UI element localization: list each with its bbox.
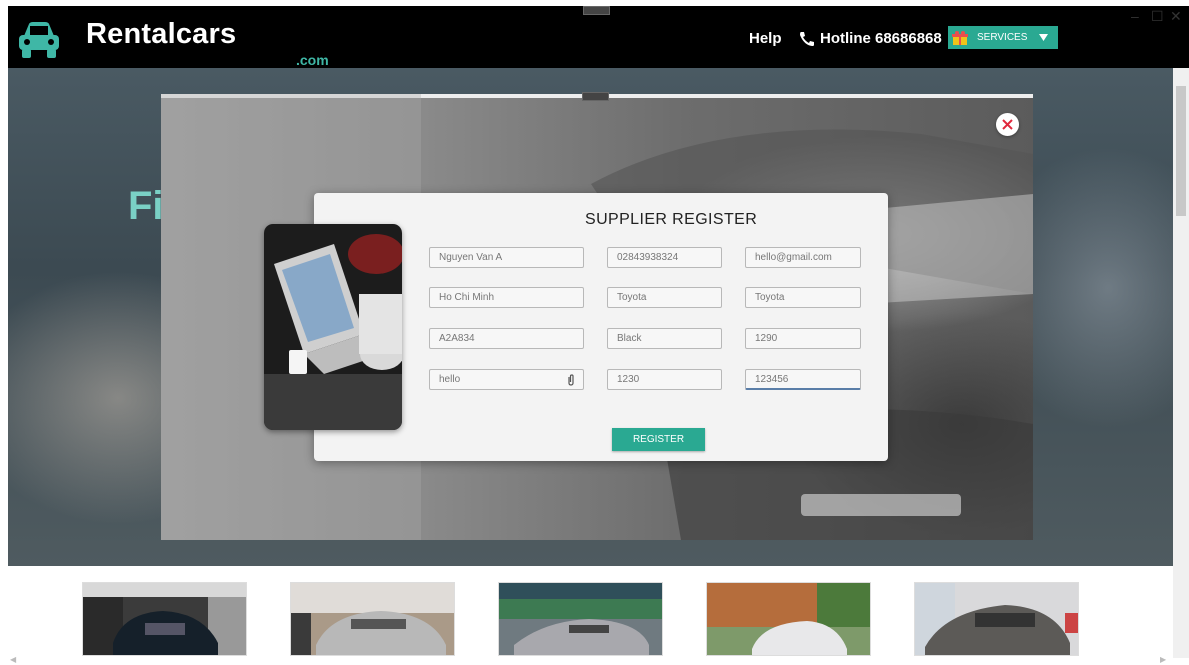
- password-field[interactable]: 123456: [745, 369, 861, 390]
- close-icon: [1002, 119, 1013, 130]
- brand-name[interactable]: Rentalcars: [86, 18, 236, 51]
- caret-down-icon: [1039, 34, 1049, 41]
- car-thumb-1[interactable]: [82, 582, 247, 656]
- drag-handle[interactable]: [583, 6, 610, 15]
- email-field[interactable]: hello@gmail.com: [745, 247, 861, 268]
- attachment-text: hello: [439, 374, 461, 385]
- scroll-left-arrow[interactable]: ◀: [10, 655, 16, 664]
- minimize-button[interactable]: –: [1131, 8, 1139, 24]
- scroll-right-arrow[interactable]: ▶: [1160, 655, 1166, 664]
- seats-field[interactable]: 1230: [607, 369, 722, 390]
- car-thumb-4[interactable]: [706, 582, 871, 656]
- vertical-scrollbar[interactable]: [1173, 68, 1189, 658]
- address-field[interactable]: Ho Chi Minh: [429, 287, 584, 308]
- phone-icon: [800, 31, 814, 46]
- modal-title: SUPPLIER REGISTER: [585, 211, 758, 228]
- car-thumb-2[interactable]: [290, 582, 455, 656]
- hotline[interactable]: Hotline 68686868: [798, 30, 943, 47]
- gift-icon: [952, 30, 968, 45]
- paperclip-icon[interactable]: [567, 374, 575, 386]
- model-field[interactable]: Toyota: [745, 287, 861, 308]
- help-link[interactable]: Help: [749, 30, 782, 47]
- brand-field[interactable]: Toyota: [607, 287, 722, 308]
- close-modal-button[interactable]: [996, 113, 1019, 136]
- price-field[interactable]: 1290: [745, 328, 861, 349]
- phone-field[interactable]: 02843938324: [607, 247, 722, 268]
- brand-suffix: .com: [296, 52, 329, 68]
- car-thumb-5[interactable]: [914, 582, 1079, 656]
- maximize-button[interactable]: ☐: [1151, 8, 1164, 25]
- car-thumb-3[interactable]: [498, 582, 663, 656]
- laptop-photo: [264, 224, 402, 430]
- services-label: SERVICES: [977, 32, 1028, 43]
- modal-drag-handle[interactable]: [582, 92, 609, 101]
- car-icon[interactable]: [16, 18, 62, 60]
- hero-title: Fi: [128, 184, 164, 228]
- attachment-field[interactable]: hello: [429, 369, 584, 390]
- color-field[interactable]: Black: [607, 328, 722, 349]
- close-window-button[interactable]: ✕: [1170, 8, 1182, 25]
- scroll-thumb[interactable]: [1176, 86, 1186, 216]
- hotline-text: Hotline 68686868: [820, 30, 942, 47]
- services-dropdown[interactable]: SERVICES: [948, 26, 1058, 49]
- register-button[interactable]: REGISTER: [612, 428, 705, 451]
- supplier-name-field[interactable]: Nguyen Van A: [429, 247, 584, 268]
- top-bar: Rentalcars .com Help Hotline 68686868 SE…: [8, 6, 1189, 68]
- license-plate-field[interactable]: A2A834: [429, 328, 584, 349]
